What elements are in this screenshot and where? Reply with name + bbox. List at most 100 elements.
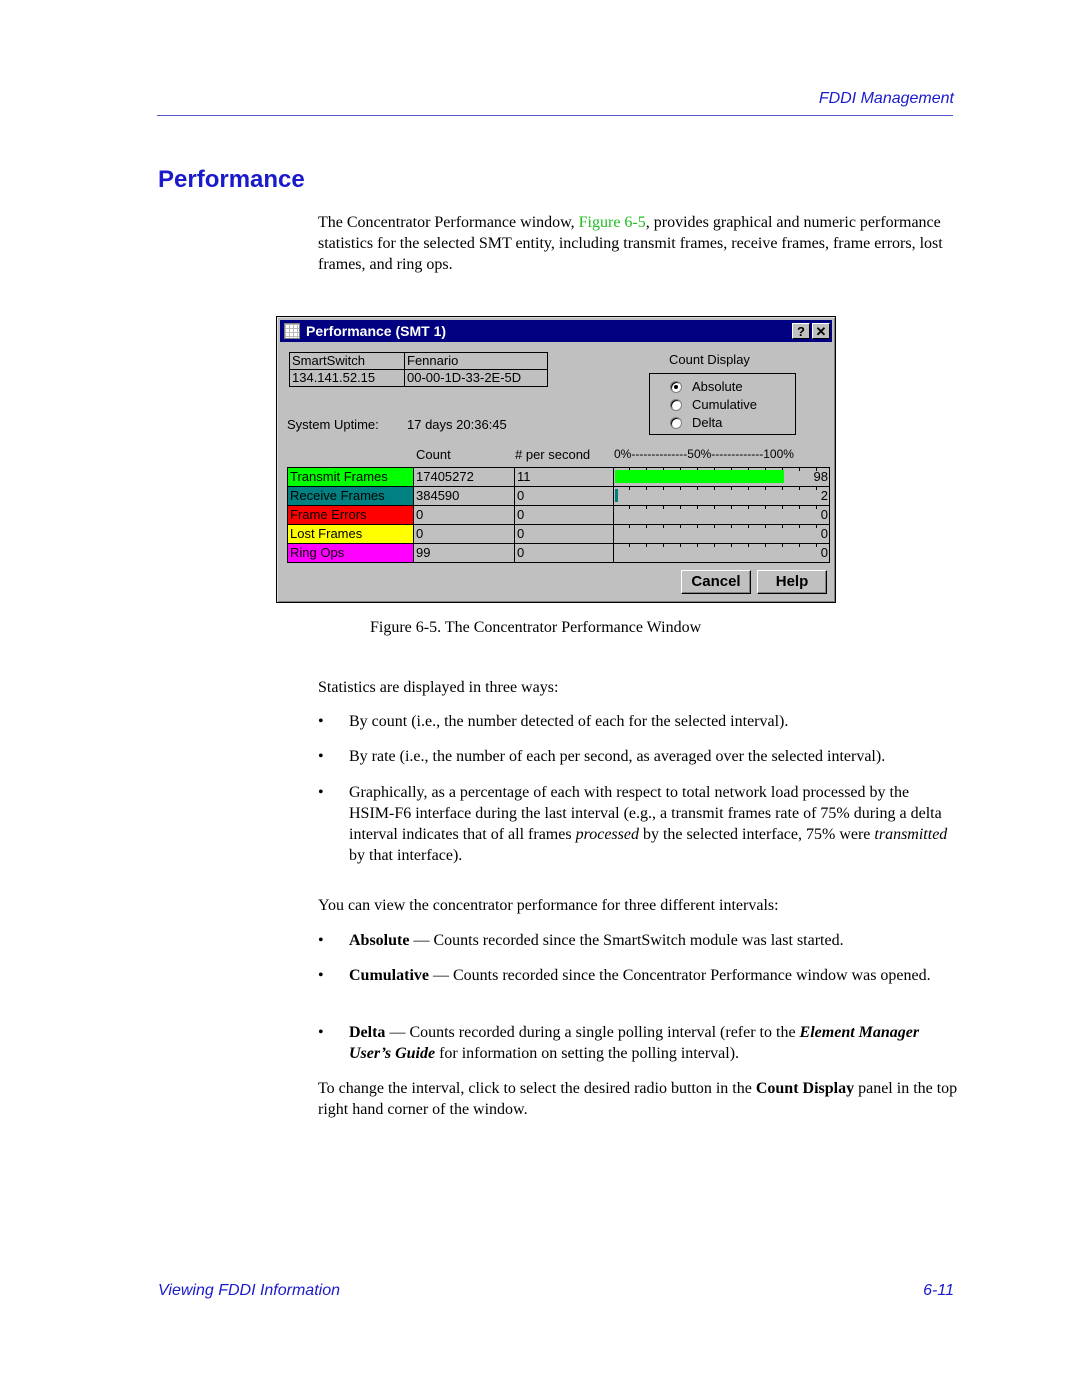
bullet-icon: • — [318, 748, 324, 765]
page-number: 6-11 — [923, 1282, 954, 1299]
radio-label: Cumulative — [692, 397, 758, 412]
stat-name: Lost Frames — [287, 524, 414, 544]
device-name: Fennario — [404, 352, 548, 370]
stats-row: Receive Frames 384590 0 2 — [287, 486, 830, 506]
stat-bar: 2 — [613, 486, 830, 506]
intervals-intro: You can view the concentrator performanc… — [318, 897, 779, 914]
bullet-text: Absolute — Counts recorded since the Sma… — [349, 930, 958, 951]
bar-percent: 0 — [820, 507, 828, 522]
stat-bar: 0 — [613, 543, 830, 563]
uptime-label: System Uptime: — [287, 417, 379, 432]
bullet-icon: • — [318, 1024, 324, 1041]
stat-bar: 0 — [613, 505, 830, 525]
bar-fill — [615, 470, 784, 483]
emphasis: transmitted — [874, 826, 948, 843]
bar-ticks — [614, 525, 829, 529]
chart-app-icon — [284, 323, 300, 339]
bullet-text: By rate (i.e., the number of each per se… — [349, 748, 886, 765]
bullet-text: Graphically, as a percentage of each wit… — [349, 782, 958, 866]
bullet-text: Cumulative — Counts recorded since the C… — [349, 965, 958, 986]
list-item: • Absolute — Counts recorded since the Sm… — [318, 930, 958, 951]
bar-ticks — [614, 506, 829, 510]
device-info-grid: SmartSwitch Fennario 134.141.52.15 00-00… — [289, 352, 548, 387]
radio-label: Absolute — [692, 379, 743, 394]
text: — Counts recorded since the SmartSwitch … — [409, 932, 844, 949]
bar-percent: 0 — [820, 545, 828, 560]
stat-count: 17405272 — [413, 467, 515, 487]
bar-ticks — [614, 544, 829, 548]
intro-text: The Concentrator Performance window, — [318, 214, 579, 231]
footer-title: Viewing FDDI Information — [158, 1282, 340, 1299]
radio-absolute[interactable]: Absolute — [670, 379, 743, 394]
radio-icon[interactable] — [670, 398, 682, 411]
bar-percent: 2 — [820, 488, 828, 503]
term: Count Display — [755, 1080, 855, 1097]
bullet-icon: • — [318, 784, 324, 801]
radio-selected-icon[interactable] — [670, 380, 682, 393]
stat-count: 384590 — [413, 486, 515, 506]
bullet-icon: • — [318, 967, 324, 984]
stat-rate: 0 — [514, 543, 614, 563]
stats-row: Frame Errors 0 0 0 — [287, 505, 830, 525]
running-head: FDDI Management — [818, 90, 954, 107]
help-button[interactable]: Help — [757, 570, 827, 594]
list-item: • Delta — Counts recorded during a single… — [318, 1022, 958, 1064]
scale-column-header: 0%--------------50%-------------100% — [614, 447, 794, 461]
bar-percent: 0 — [820, 526, 828, 541]
stat-name: Receive Frames — [287, 486, 414, 506]
term: Cumulative — [349, 967, 429, 984]
help-icon[interactable]: ? — [792, 323, 810, 339]
stat-rate: 0 — [514, 524, 614, 544]
stat-count: 99 — [413, 543, 515, 563]
stat-name: Transmit Frames — [287, 467, 414, 487]
radio-icon[interactable] — [670, 416, 682, 429]
bullet-icon: • — [318, 713, 324, 730]
emphasis: processed — [575, 826, 639, 843]
stats-row: Transmit Frames 17405272 11 98 — [287, 467, 830, 487]
count-display-group: Absolute Cumulative Delta — [649, 373, 796, 435]
stats-table: Transmit Frames 17405272 11 98 Receive Frame… — [287, 467, 830, 563]
list-item: • By count (i.e., the number detected of … — [318, 711, 958, 732]
ip-address: 134.141.52.15 — [289, 369, 405, 387]
intro-paragraph: The Concentrator Performance window, Fig… — [318, 212, 958, 275]
stat-rate: 0 — [514, 505, 614, 525]
close-icon[interactable]: ✕ — [812, 323, 830, 339]
stats-row: Ring Ops 99 0 0 — [287, 543, 830, 563]
term: Absolute — [349, 932, 410, 949]
stat-count: 0 — [413, 524, 515, 544]
header-rule — [157, 115, 953, 116]
text: — Counts recorded since the Concentrator… — [429, 967, 931, 984]
term: Delta — [349, 1024, 386, 1041]
radio-cumulative[interactable]: Cumulative — [670, 397, 757, 412]
radio-delta[interactable]: Delta — [670, 415, 722, 430]
stat-name: Frame Errors — [287, 505, 414, 525]
uptime-value: 17 days 20:36:45 — [407, 417, 507, 432]
stat-name: Ring Ops — [287, 543, 414, 563]
title-bar[interactable]: Performance (SMT 1) ? ✕ — [280, 320, 832, 342]
stats-intro: Statistics are displayed in three ways: — [318, 679, 559, 696]
figure-link[interactable]: Figure 6-5 — [579, 214, 646, 231]
cancel-button[interactable]: Cancel — [681, 570, 751, 594]
text: — Counts recorded during a single pollin… — [385, 1024, 800, 1041]
text: for information on setting the polling i… — [435, 1045, 740, 1062]
count-display-label: Count Display — [669, 352, 750, 367]
bullet-text: Delta — Counts recorded during a single … — [349, 1022, 958, 1064]
stat-bar: 98 — [613, 467, 830, 487]
text: by the selected interface, 75% were — [638, 826, 875, 843]
stat-rate: 11 — [514, 467, 614, 487]
rate-column-header: # per second — [515, 447, 591, 462]
bar-ticks — [614, 487, 829, 491]
bar-fill — [615, 489, 619, 502]
stat-rate: 0 — [514, 486, 614, 506]
radio-label: Delta — [692, 415, 723, 430]
list-item: • Graphically, as a percentage of each wi… — [318, 782, 958, 866]
bullet-icon: • — [318, 932, 324, 949]
device-type: SmartSwitch — [289, 352, 405, 370]
performance-dialog: Performance (SMT 1) ? ✕ SmartSwitch Fenn… — [276, 316, 836, 603]
figure-caption: Figure 6-5. The Concentrator Performance… — [370, 619, 702, 636]
list-item: • Cumulative — Counts recorded since the … — [318, 965, 958, 986]
stat-bar: 0 — [613, 524, 830, 544]
bar-percent: 98 — [813, 469, 828, 484]
bullet-text: By count (i.e., the number detected of e… — [349, 713, 789, 730]
stat-count: 0 — [413, 505, 515, 525]
